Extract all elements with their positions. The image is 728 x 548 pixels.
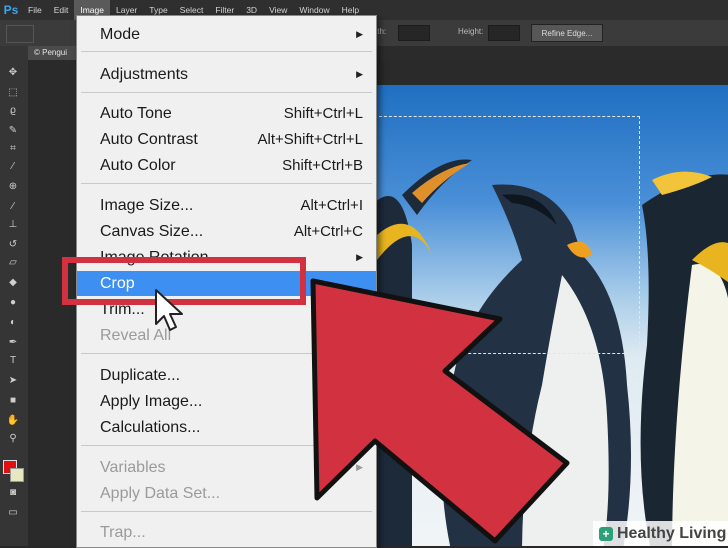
menu-separator (81, 92, 372, 93)
menu-item-label: Mode (100, 25, 141, 43)
shape-tool-icon[interactable]: ■ (6, 396, 20, 406)
submenu-arrow-icon: ▶ (356, 252, 363, 262)
menu-file[interactable]: File (22, 0, 48, 20)
menu-item-adjustments[interactable]: Adjustments ▶ (77, 62, 376, 87)
menu-item-label: Adjustments (100, 65, 189, 83)
menu-item-auto-tone[interactable]: Auto Tone Shift+Ctrl+L (77, 101, 376, 126)
menu-item-label: Auto Contrast (100, 130, 198, 148)
menu-item-auto-color[interactable]: Auto Color Shift+Ctrl+B (77, 153, 376, 178)
tools-panel: ✥ ⬚ ϱ ✎ ⌗ ⁄ ⊕ ∕ ⊥ ↺ ▱ ◆ ● ◐ ✒ T ➤ ■ ✋ ⚲ … (0, 46, 29, 546)
quick-select-icon[interactable]: ✎ (6, 126, 20, 136)
menu-item-shortcut: Shift+Ctrl+B (282, 157, 363, 174)
zoom-tool-icon[interactable]: ⚲ (6, 434, 20, 444)
width-field[interactable] (398, 25, 430, 41)
eyedropper-icon[interactable]: ⁄ (6, 162, 20, 172)
menu-item-mode[interactable]: Mode ▶ (77, 22, 376, 47)
brush-tool-icon[interactable]: ∕ (6, 202, 20, 212)
clone-stamp-icon[interactable]: ⊥ (6, 220, 20, 230)
background-color-swatch[interactable] (10, 468, 24, 482)
menu-item-label: Image Size... (100, 196, 194, 214)
menu-item-label: Apply Image... (100, 392, 203, 410)
menu-item-shortcut: Shift+Ctrl+L (283, 105, 363, 122)
menu-item-image-size[interactable]: Image Size... Alt+Ctrl+I (77, 193, 376, 218)
menu-item-shortcut: Alt+Ctrl+C (293, 223, 363, 240)
paint-bucket-icon[interactable]: ◆ (6, 278, 20, 288)
mouse-cursor-icon (155, 289, 183, 331)
blur-tool-icon[interactable]: ● (6, 298, 20, 308)
height-field[interactable] (488, 25, 520, 41)
quick-mask-icon[interactable]: ◙ (6, 488, 20, 498)
photoshop-logo: Ps (3, 3, 19, 17)
menu-item-label: Apply Data Set... (100, 484, 221, 502)
submenu-arrow-icon: ▶ (356, 29, 363, 39)
hand-tool-icon[interactable]: ✋ (6, 416, 20, 426)
menu-item-auto-contrast[interactable]: Auto Contrast Alt+Shift+Ctrl+L (77, 127, 376, 152)
menu-separator (81, 51, 372, 52)
menu-item-label: Auto Tone (100, 104, 172, 122)
menu-item-label: Calculations... (100, 418, 201, 436)
menu-item-label: Canvas Size... (100, 222, 204, 240)
menu-item-canvas-size[interactable]: Canvas Size... Alt+Ctrl+C (77, 219, 376, 244)
path-select-icon[interactable]: ➤ (6, 376, 20, 386)
history-brush-icon[interactable]: ↺ (6, 240, 20, 250)
crop-tool-icon[interactable]: ⌗ (6, 144, 20, 154)
menu-item-shortcut: Alt+Ctrl+I (300, 197, 363, 214)
watermark-text: Healthy Living (617, 524, 727, 542)
type-tool-icon[interactable]: T (6, 356, 20, 366)
move-tool-icon[interactable]: ✥ (6, 68, 20, 78)
healing-brush-icon[interactable]: ⊕ (6, 182, 20, 192)
marquee-preset-icon[interactable] (6, 25, 34, 43)
eraser-icon[interactable]: ▱ (6, 258, 20, 268)
menu-item-label: Variables (100, 458, 166, 476)
submenu-arrow-icon: ▶ (356, 69, 363, 79)
pen-tool-icon[interactable]: ✒ (6, 338, 20, 348)
menu-item-label: Auto Color (100, 156, 176, 174)
dodge-tool-icon[interactable]: ◐ (6, 318, 20, 328)
refine-edge-button[interactable]: Refine Edge... (531, 24, 603, 42)
menu-item-shortcut: Alt+Shift+Ctrl+L (257, 131, 363, 148)
menu-separator (81, 183, 372, 184)
healthy-living-watermark: + Healthy Living (593, 521, 728, 546)
menu-item-label: Trap... (100, 523, 146, 541)
plus-leaf-icon: + (599, 526, 613, 541)
marquee-tool-icon[interactable]: ⬚ (6, 88, 20, 98)
red-arrow-annotation-icon (310, 278, 570, 544)
screen-mode-icon[interactable]: ▭ (6, 508, 20, 518)
menu-item-label: Duplicate... (100, 366, 181, 384)
lasso-tool-icon[interactable]: ϱ (6, 106, 20, 116)
height-label: Height: (458, 27, 484, 36)
menu-edit[interactable]: Edit (48, 0, 75, 20)
